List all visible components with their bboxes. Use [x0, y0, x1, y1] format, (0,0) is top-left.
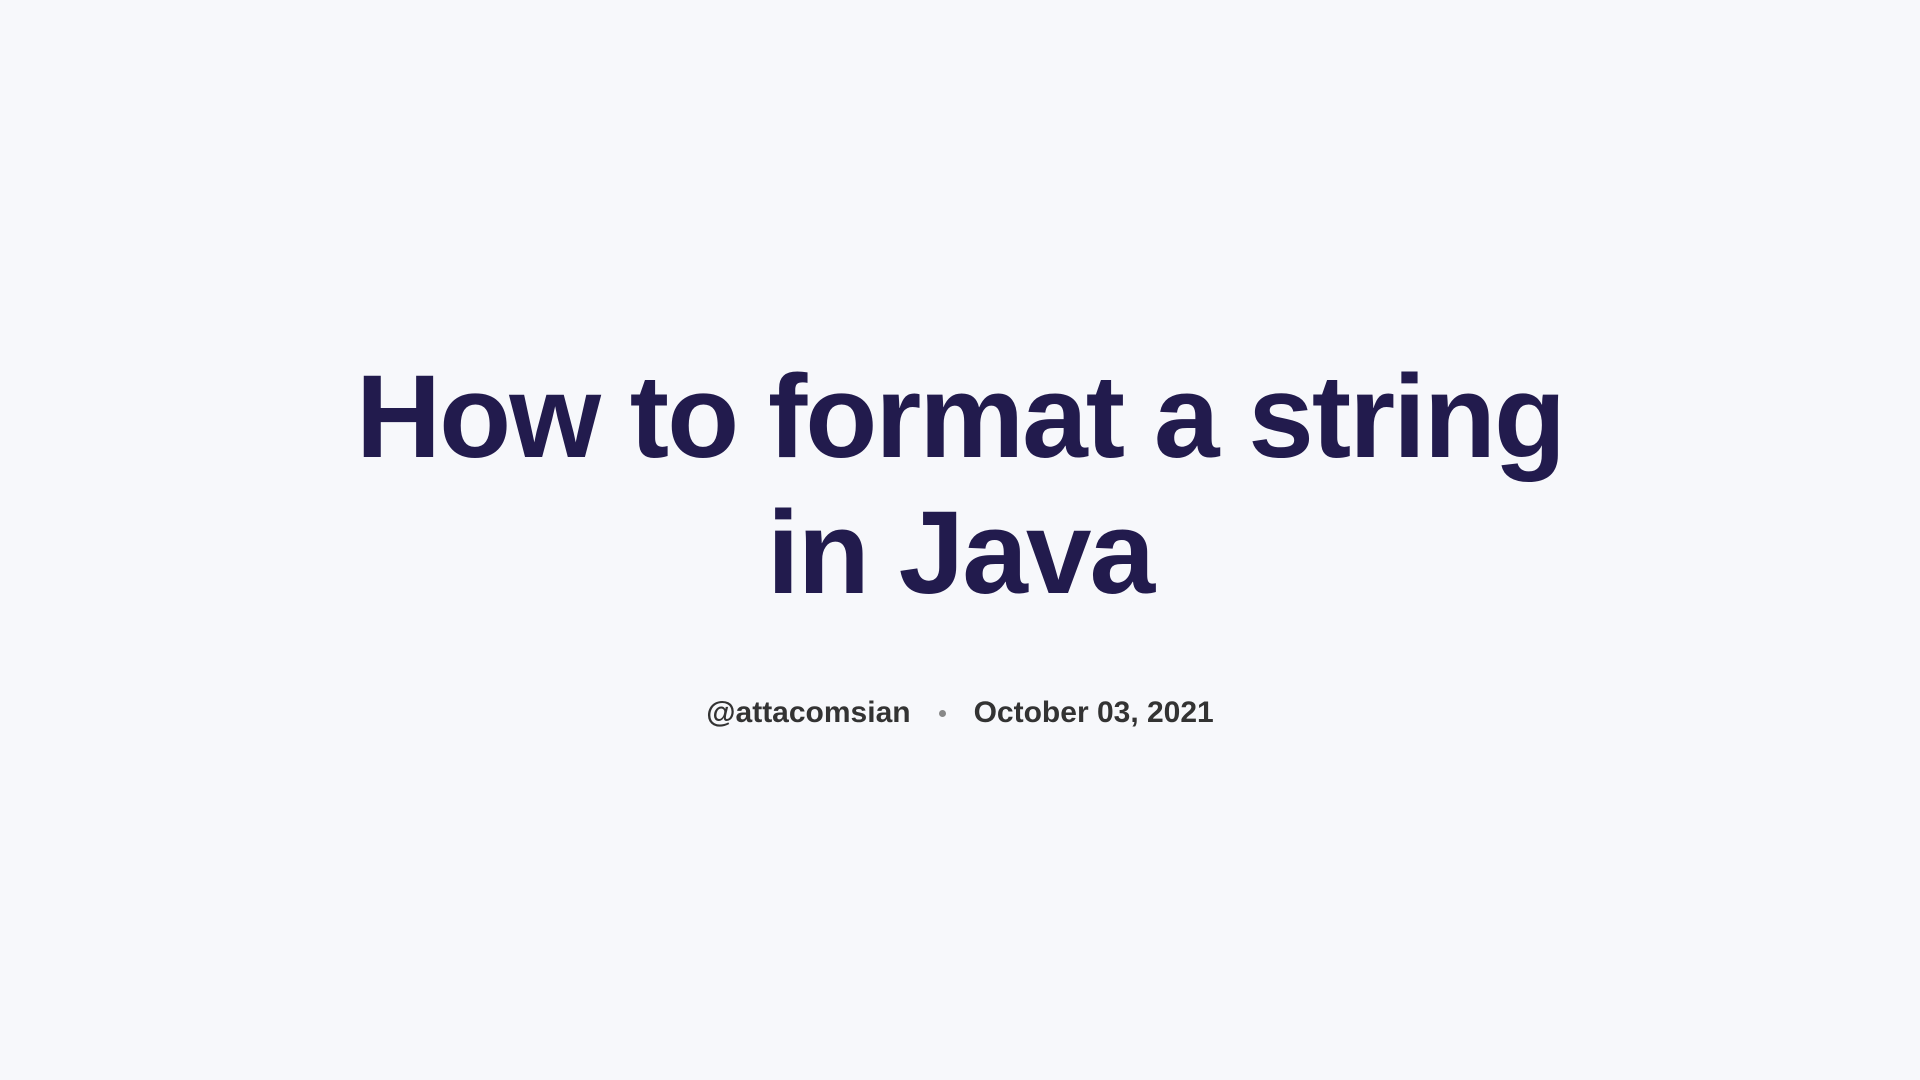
separator-dot-icon — [939, 710, 946, 717]
article-meta: @attacomsian October 03, 2021 — [706, 696, 1213, 730]
article-date: October 03, 2021 — [974, 696, 1214, 730]
article-title: How to format a string in Java — [310, 350, 1610, 621]
article-header: How to format a string in Java @attacoms… — [310, 350, 1610, 730]
article-author: @attacomsian — [706, 696, 910, 730]
